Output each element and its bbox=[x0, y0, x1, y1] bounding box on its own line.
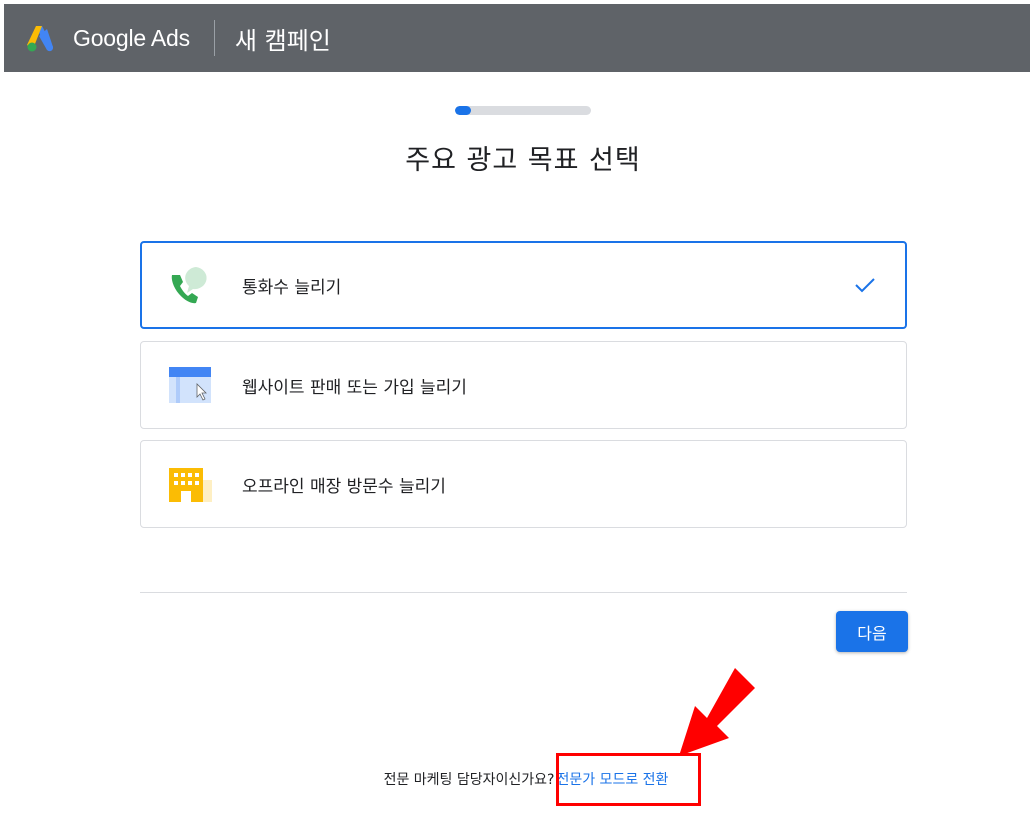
goal-option-label: 오프라인 매장 방문수 늘리기 bbox=[242, 476, 446, 497]
annotation-arrow-icon bbox=[679, 668, 755, 756]
page: Google Ads 새 캠페인 주요 광고 목표 선택 통화수 늘리기 웹사이… bbox=[0, 0, 1030, 819]
goal-option-store[interactable]: 오프라인 매장 방문수 늘리기 bbox=[140, 440, 907, 528]
goal-option-label: 웹사이트 판매 또는 가입 늘리기 bbox=[242, 377, 467, 398]
footer: 전문 마케팅 담당자이신가요? 전문가 모드로 전환 bbox=[0, 767, 1030, 791]
page-title: 주요 광고 목표 선택 bbox=[405, 145, 641, 176]
header-divider bbox=[213, 20, 215, 56]
app-header: Google Ads 새 캠페인 bbox=[4, 4, 1030, 72]
step-progress-bar bbox=[455, 106, 591, 115]
store-icon bbox=[166, 462, 214, 506]
header-title: 새 캠페인 bbox=[234, 26, 331, 55]
google-ads-logo[interactable]: Google Ads bbox=[25, 23, 190, 53]
step-progress-fill bbox=[455, 106, 472, 115]
website-icon bbox=[166, 363, 214, 407]
goal-option-label: 통화수 늘리기 bbox=[242, 277, 342, 298]
google-ads-logo-icon bbox=[27, 26, 54, 52]
checkmark-icon bbox=[855, 278, 875, 293]
goal-option-calls[interactable]: 통화수 늘리기 bbox=[140, 241, 907, 329]
goal-option-website[interactable]: 웹사이트 판매 또는 가입 늘리기 bbox=[140, 341, 907, 429]
expert-question-text: 전문 마케팅 담당자이신가요? bbox=[383, 772, 555, 788]
phone-call-icon bbox=[166, 263, 214, 307]
brand-name: Google Ads bbox=[73, 24, 190, 51]
next-button[interactable]: 다음 bbox=[836, 611, 908, 652]
section-divider bbox=[140, 592, 907, 593]
